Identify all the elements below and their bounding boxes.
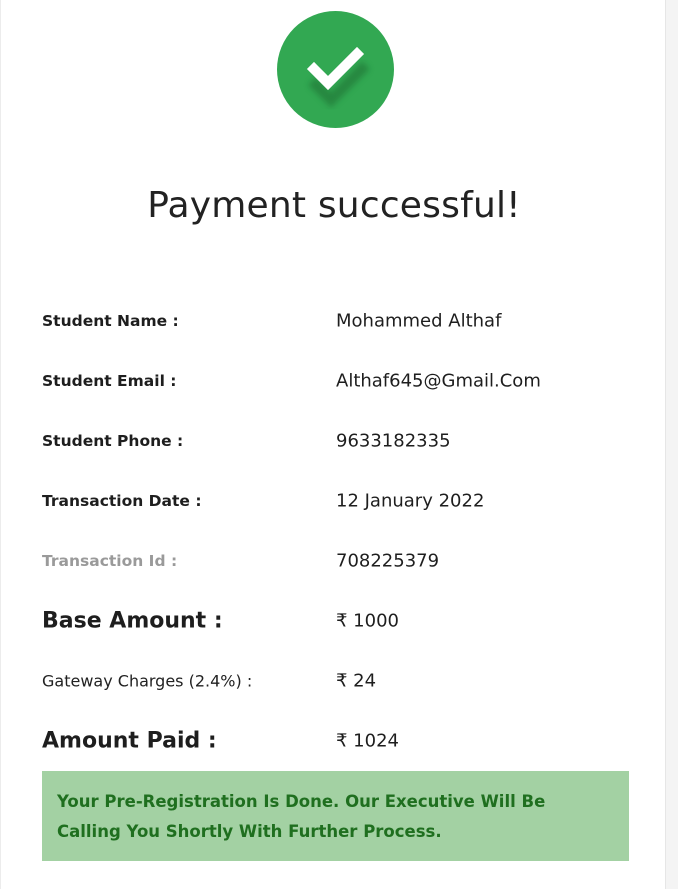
detail-row-transaction-date: Transaction Date : 12 January 2022	[42, 481, 632, 521]
registration-notice: Your Pre-Registration Is Done. Our Execu…	[42, 771, 629, 861]
detail-value: ₹ 24	[336, 670, 377, 692]
detail-value: ₹ 1000	[336, 610, 399, 632]
detail-value: Mohammed Althaf	[336, 310, 502, 332]
detail-label: Transaction Id :	[42, 552, 178, 570]
detail-label: Student Phone :	[42, 432, 184, 450]
detail-label: Base Amount :	[42, 608, 223, 634]
detail-label: Student Email :	[42, 372, 177, 390]
detail-row-gateway-charges: Gateway Charges (2.4%) : ₹ 24	[42, 661, 632, 701]
detail-row-amount-paid: Amount Paid : ₹ 1024	[42, 721, 632, 761]
detail-row-base-amount: Base Amount : ₹ 1000	[42, 601, 632, 641]
detail-label: Transaction Date :	[42, 492, 202, 510]
check-icon	[306, 46, 370, 108]
detail-value: ₹ 1024	[336, 730, 399, 752]
payment-card: Payment successful! Student Name : Moham…	[0, 0, 666, 889]
detail-value: 12 January 2022	[336, 490, 485, 512]
detail-label: Student Name :	[42, 312, 179, 330]
detail-value: Althaf645@Gmail.Com	[336, 370, 541, 392]
success-badge	[277, 11, 394, 128]
detail-label: Amount Paid :	[42, 728, 217, 754]
detail-value: 708225379	[336, 550, 440, 572]
detail-row-transaction-id: Transaction Id : 708225379	[42, 541, 632, 581]
detail-label: Gateway Charges (2.4%) :	[42, 671, 253, 691]
detail-value: 9633182335	[336, 430, 451, 452]
page-title: Payment successful!	[147, 185, 521, 226]
detail-row-student-phone: Student Phone : 9633182335	[42, 421, 632, 461]
detail-row-student-email: Student Email : Althaf645@Gmail.Com	[42, 361, 632, 401]
detail-row-student-name: Student Name : Mohammed Althaf	[42, 301, 632, 341]
